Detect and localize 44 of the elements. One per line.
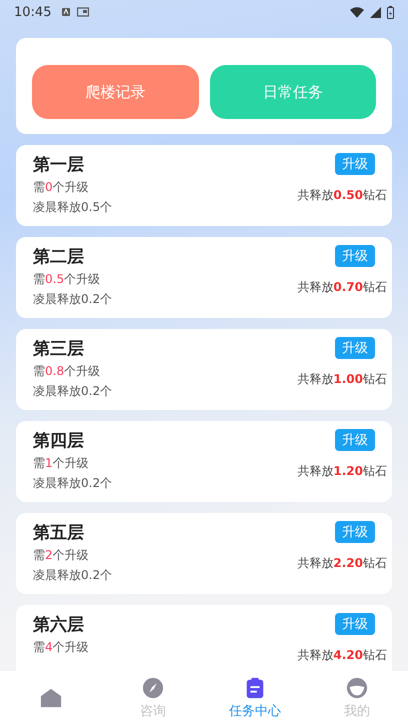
status-time: 10:45 xyxy=(14,4,52,20)
total-release: 共释放0.70钻石 xyxy=(297,279,387,296)
profile-icon xyxy=(346,676,368,698)
upgrade-button[interactable]: 升级 xyxy=(335,153,375,175)
floor-title: 第一层 xyxy=(33,154,85,177)
floor-title: 第三层 xyxy=(33,338,85,361)
release-text: 凌晨释放0.5个 xyxy=(33,199,112,216)
battery-icon xyxy=(387,6,394,18)
upgrade-button[interactable]: 升级 xyxy=(335,337,375,359)
signal-icon xyxy=(370,6,381,18)
total-release: 共释放0.50钻石 xyxy=(297,187,387,204)
upgrade-button[interactable]: 升级 xyxy=(335,521,375,543)
screen-icon xyxy=(77,7,90,17)
total-release: 共释放2.20钻石 xyxy=(297,555,387,572)
compass-icon xyxy=(142,676,164,698)
upgrade-requirement: 需2个升级 xyxy=(33,547,90,564)
floor-title: 第六层 xyxy=(33,614,85,637)
clipboard-icon xyxy=(244,676,266,698)
total-release: 共释放1.20钻石 xyxy=(297,463,387,480)
action-button[interactable]: 日常任务 xyxy=(210,65,376,119)
tab-item[interactable]: 我的 xyxy=(306,671,408,725)
upgrade-button[interactable]: 升级 xyxy=(335,245,375,267)
release-text: 凌晨释放0.2个 xyxy=(33,567,112,584)
tab-item[interactable]: 咨询 xyxy=(102,671,204,725)
wifi-icon xyxy=(350,6,364,18)
upgrade-button[interactable]: 升级 xyxy=(335,613,375,635)
total-release: 共释放1.00钻石 xyxy=(297,371,387,388)
release-text: 凌晨释放0.2个 xyxy=(33,475,112,492)
floor-title: 第五层 xyxy=(33,522,85,545)
release-text: 凌晨释放0.2个 xyxy=(33,291,112,308)
upgrade-requirement: 需4个升级 xyxy=(33,639,89,656)
floor-title: 第二层 xyxy=(33,246,85,269)
action-button[interactable]: 爬楼记录 xyxy=(32,65,198,119)
floor-title: 第四层 xyxy=(33,430,85,453)
upgrade-requirement: 需0.5个升级 xyxy=(33,271,102,288)
upgrade-requirement: 需1个升级 xyxy=(33,455,90,472)
upgrade-button[interactable]: 升级 xyxy=(335,429,375,451)
home-icon xyxy=(40,687,62,709)
release-text: 凌晨释放0.2个 xyxy=(33,383,112,400)
upgrade-requirement: 需0.8个升级 xyxy=(33,363,102,380)
upgrade-requirement: 需0个升级 xyxy=(33,179,90,196)
notification-icon xyxy=(61,7,72,17)
tab-item[interactable]: 任务中心 xyxy=(204,671,306,725)
total-release: 共释放4.20钻石 xyxy=(297,647,387,664)
